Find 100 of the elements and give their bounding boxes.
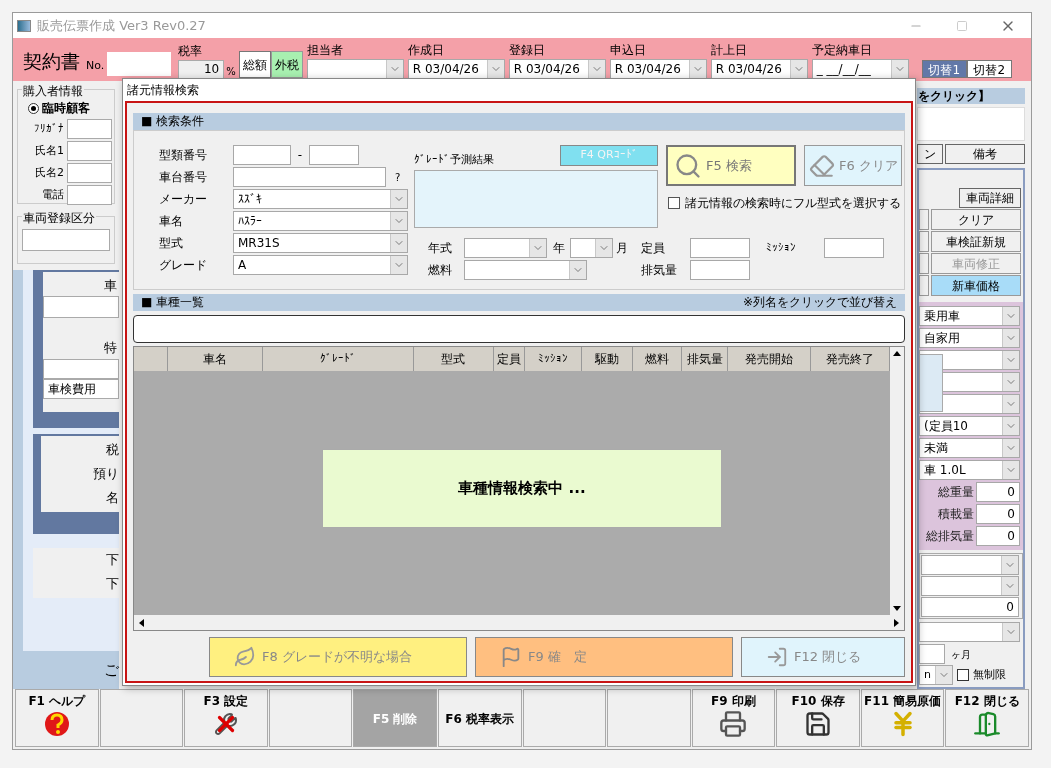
field-label: 計上日 xyxy=(710,42,748,59)
dropdown[interactable]: 車 1.0L xyxy=(919,460,1020,480)
column-header[interactable]: 車名 xyxy=(167,347,263,371)
input-field[interactable] xyxy=(919,644,945,664)
input-field[interactable] xyxy=(67,141,112,161)
dropdown[interactable]: R 03/04/26 xyxy=(508,59,606,79)
dropdown[interactable]: A xyxy=(233,255,408,275)
dropdown[interactable] xyxy=(921,555,1019,575)
checkbox[interactable] xyxy=(957,669,969,681)
dropdown[interactable] xyxy=(921,576,1019,596)
input-field[interactable] xyxy=(22,229,110,251)
input-field[interactable] xyxy=(309,145,359,165)
column-header[interactable]: 駆動 xyxy=(582,347,634,371)
tax-mode-button[interactable]: 外税 xyxy=(270,51,303,78)
panel-button[interactable]: 車検証新規 xyxy=(931,231,1021,252)
input-field[interactable] xyxy=(43,359,119,379)
radio-button[interactable] xyxy=(28,102,39,114)
input-field[interactable] xyxy=(67,185,112,205)
scroll-right-icon[interactable] xyxy=(891,617,901,628)
field-label: 車台番号 xyxy=(159,169,208,186)
checkbox-label: 無制限 xyxy=(973,666,1006,683)
field-label: 定員 xyxy=(641,240,666,257)
input-field[interactable] xyxy=(233,167,386,187)
list-popup xyxy=(919,354,943,412)
column-header[interactable]: ﾐｯｼｮﾝ xyxy=(524,347,583,371)
dropdown[interactable]: ｽｽﾞｷ xyxy=(233,189,408,209)
input-field[interactable]: 0 xyxy=(976,526,1020,546)
dropdown[interactable]: R 03/04/26 xyxy=(407,59,505,79)
checkbox[interactable] xyxy=(668,197,680,209)
input-field[interactable] xyxy=(824,238,884,258)
panel-button[interactable]: 新車価格 xyxy=(931,275,1021,296)
panel-button[interactable]: クリア xyxy=(931,209,1021,230)
column-header[interactable]: ｸﾞﾚｰﾄﾞ xyxy=(263,347,414,371)
input-field[interactable]: 車検費用 xyxy=(43,379,119,399)
row-label: 車 xyxy=(104,277,118,295)
input-field[interactable]: 0 xyxy=(976,504,1020,524)
field-label: 燃料 xyxy=(427,262,453,279)
button[interactable] xyxy=(919,209,929,230)
dropdown[interactable] xyxy=(464,238,547,258)
horizontal-scrollbar[interactable] xyxy=(134,615,904,630)
dropdown[interactable]: ﾊｽﾗｰ xyxy=(233,211,408,231)
dropdown[interactable]: MR31S xyxy=(233,233,408,253)
scroll-up-icon[interactable] xyxy=(892,349,903,359)
button[interactable] xyxy=(919,253,929,274)
column-header[interactable]: 排気量 xyxy=(681,347,729,371)
tax-mode-button[interactable]: 総額 xyxy=(238,51,271,78)
dropdown[interactable]: 自家用 xyxy=(919,328,1020,348)
input-field[interactable] xyxy=(67,119,112,139)
vehicle-detail-button[interactable]: 車両詳細 xyxy=(959,188,1021,208)
caret-icon xyxy=(1002,395,1019,413)
dropdown[interactable]: 乗用車 xyxy=(919,306,1020,326)
number-field[interactable] xyxy=(107,52,172,76)
button[interactable] xyxy=(919,231,929,252)
maximize-icon[interactable] xyxy=(956,19,968,32)
dropdown[interactable]: _ __/__/__ xyxy=(811,59,909,79)
function-key[interactable]: F1 ヘルプ xyxy=(15,689,99,747)
scroll-down-icon[interactable] xyxy=(892,603,902,613)
input-field[interactable] xyxy=(67,163,112,183)
caret-icon xyxy=(595,239,612,257)
switch-button[interactable]: 切替2 xyxy=(966,60,1012,78)
function-key[interactable]: F9 印刷 xyxy=(691,689,776,747)
column-header[interactable]: 発売開始 xyxy=(728,347,811,371)
search-button[interactable]: F5 検索 xyxy=(666,145,796,186)
function-key[interactable]: F10 保存 xyxy=(776,689,860,747)
field-label: 担当者 xyxy=(306,42,344,59)
dropdown[interactable] xyxy=(306,59,404,79)
tab[interactable]: ン xyxy=(917,144,943,164)
dropdown[interactable]: 未満 xyxy=(919,438,1020,458)
column-header[interactable]: 型式 xyxy=(413,347,495,371)
dialog-title: 諸元情報検索 xyxy=(127,82,199,99)
input-field[interactable] xyxy=(43,295,119,318)
function-key[interactable]: F3 設定 xyxy=(184,689,268,747)
dropdown[interactable] xyxy=(464,260,587,280)
dropdown[interactable] xyxy=(570,238,613,258)
column-header[interactable]: 燃料 xyxy=(633,347,682,371)
column-header[interactable]: 発売終了 xyxy=(810,347,891,371)
function-key[interactable]: F11 簡易原価 xyxy=(860,689,945,747)
caret-icon xyxy=(935,666,952,684)
dropdown[interactable] xyxy=(919,622,1020,642)
field-label: ｸﾞﾚｰﾄﾞ予測結果 xyxy=(414,151,494,168)
scroll-left-icon[interactable] xyxy=(137,617,147,628)
input-field[interactable]: 0 xyxy=(976,482,1020,502)
dropdown[interactable]: R 03/04/26 xyxy=(710,59,808,79)
search-icon xyxy=(674,151,702,180)
function-key[interactable]: F12 閉じる xyxy=(945,689,1029,747)
app-icon xyxy=(17,19,31,32)
dropdown[interactable]: R 03/04/26 xyxy=(609,59,707,79)
switch-button[interactable]: 切替1 xyxy=(921,60,967,78)
input-field[interactable] xyxy=(233,145,291,165)
input-field[interactable] xyxy=(690,238,750,258)
column-header[interactable]: 定員 xyxy=(494,347,525,371)
dropdown[interactable]: n xyxy=(919,665,953,685)
caret-icon xyxy=(1002,623,1019,641)
function-key[interactable]: F6 税率表示 xyxy=(437,689,522,747)
button[interactable] xyxy=(919,275,929,296)
dropdown[interactable]: (定員10 xyxy=(919,416,1020,436)
input-field[interactable] xyxy=(690,260,750,280)
input-field[interactable]: 0 xyxy=(921,597,1019,617)
column-header[interactable] xyxy=(134,347,168,371)
tab[interactable]: 備考 xyxy=(945,144,1025,164)
